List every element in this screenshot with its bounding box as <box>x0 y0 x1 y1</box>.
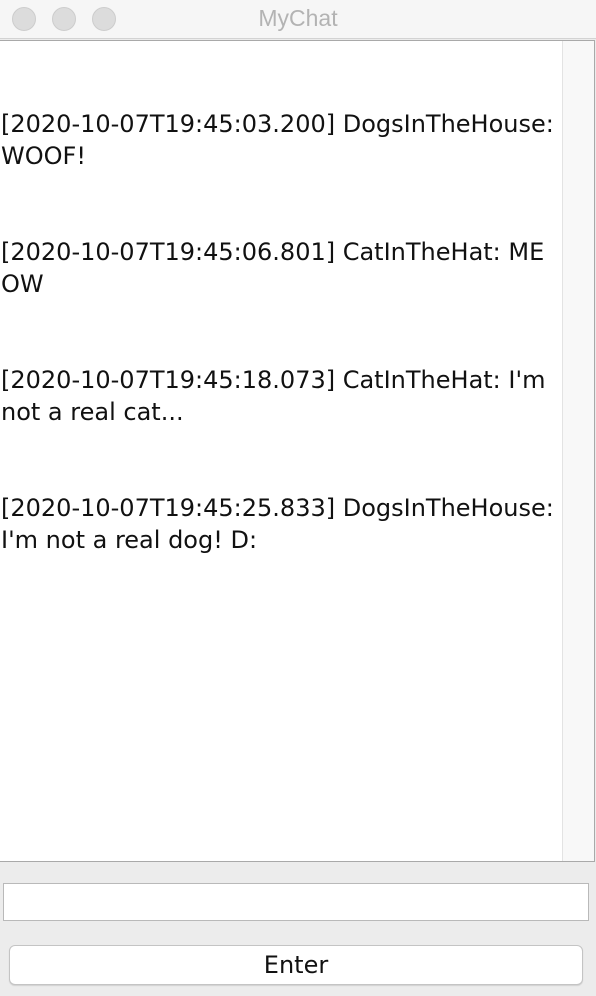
app-window: MyChat [2020-10-07T19:45:03.200] DogsInT… <box>0 0 596 996</box>
enter-button[interactable]: Enter <box>9 945 583 985</box>
chat-message: [2020-10-07T19:45:18.073] CatInTheHat: I… <box>1 366 554 426</box>
title-bar[interactable]: MyChat <box>0 0 596 39</box>
chat-log-panel[interactable]: [2020-10-07T19:45:03.200] DogsInTheHouse… <box>0 40 595 862</box>
window-title: MyChat <box>258 5 338 31</box>
chat-message: [2020-10-07T19:45:06.801] CatInTheHat: M… <box>1 238 545 298</box>
chat-message: [2020-10-07T19:45:25.833] DogsInTheHouse… <box>1 494 562 554</box>
chat-message: [2020-10-07T19:45:03.200] DogsInTheHouse… <box>1 110 562 170</box>
chat-log: [2020-10-07T19:45:03.200] DogsInTheHouse… <box>1 44 561 620</box>
message-input[interactable] <box>3 883 589 921</box>
vertical-scrollbar[interactable] <box>562 41 594 861</box>
